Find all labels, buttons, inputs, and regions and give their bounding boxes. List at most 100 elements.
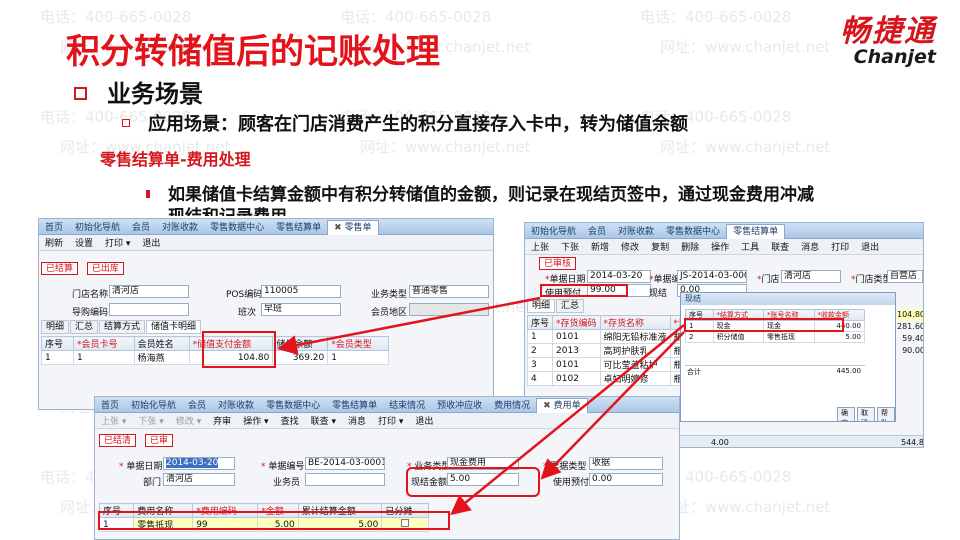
- linked-query-button[interactable]: 联查 ▾: [305, 414, 342, 427]
- win3-tab[interactable]: 对账收款: [612, 224, 660, 237]
- edit-button[interactable]: 修改 ▾: [170, 414, 207, 427]
- cancel-button[interactable]: 取消: [857, 407, 875, 421]
- table-row[interactable]: 2 积分储值 零售抵现 5.00: [685, 331, 865, 343]
- grid-cell[interactable]: 可比莹盖粘护: [599, 357, 671, 372]
- logo-en-text: Chanjet: [853, 46, 936, 68]
- w3-store-field[interactable]: 清河店: [781, 270, 841, 283]
- next-button[interactable]: 下张 ▾: [132, 414, 169, 427]
- w2-staff-field[interactable]: [305, 473, 385, 486]
- exit-button[interactable]: 退出: [409, 414, 439, 427]
- win1-tab-settlement[interactable]: 零售结算单: [270, 220, 327, 233]
- win2-tab[interactable]: 首页: [95, 398, 125, 411]
- toolbar-button[interactable]: 新增: [585, 240, 615, 253]
- win1-tab-datacenter[interactable]: 零售数据中心: [204, 220, 270, 233]
- grid-cell[interactable]: 0101: [552, 329, 601, 344]
- message-button[interactable]: 消息: [342, 414, 372, 427]
- toolbar-button[interactable]: 复制: [645, 240, 675, 253]
- grid-cell[interactable]: 2013: [552, 343, 601, 358]
- grid-cell[interactable]: 0101: [552, 357, 601, 372]
- w2-prepay-field[interactable]: 0.00: [589, 473, 663, 486]
- w2-dept-label: 部门: [143, 478, 162, 488]
- shift-field[interactable]: 早班: [261, 303, 341, 316]
- operate-button[interactable]: 操作 ▾: [237, 414, 274, 427]
- grid-cell[interactable]: 0102: [552, 371, 601, 386]
- help-button[interactable]: 帮助: [877, 407, 895, 421]
- toolbar-button[interactable]: 下张: [555, 240, 585, 253]
- pos-field[interactable]: 110005: [261, 285, 341, 298]
- win1-tab-reconcile[interactable]: 对账收款: [156, 220, 204, 233]
- subtab-summary[interactable]: 汇总: [70, 320, 99, 334]
- close-icon[interactable]: ✖: [334, 223, 342, 233]
- grid-cell[interactable]: 卓妇明婷修: [599, 371, 671, 386]
- subtab-payment[interactable]: 结算方式: [99, 320, 146, 334]
- ok-button[interactable]: 确定: [837, 407, 855, 421]
- guide-label: 导购编码: [72, 308, 109, 318]
- win1-tab-member[interactable]: 会员: [126, 220, 156, 233]
- win3-tab[interactable]: 会员: [582, 224, 612, 237]
- biz-type-field[interactable]: 普通零售: [409, 285, 489, 298]
- grid-cell[interactable]: 1: [72, 350, 135, 365]
- toolbar-button[interactable]: 退出: [855, 240, 885, 253]
- grid-cell[interactable]: 高珂护肤乳: [599, 343, 671, 358]
- refresh-button[interactable]: 刷新: [39, 236, 69, 249]
- win2-tab[interactable]: 初始化导航: [125, 398, 182, 411]
- toolbar-button[interactable]: 消息: [795, 240, 825, 253]
- win2-tab[interactable]: 零售结算单: [326, 398, 383, 411]
- w3-date-field[interactable]: 2014-03-20: [587, 270, 651, 283]
- subtab-storedcard[interactable]: 储值卡明细: [146, 320, 202, 334]
- subtab-detail[interactable]: 明细: [41, 320, 70, 334]
- grid-cell[interactable]: 1: [327, 350, 389, 365]
- close-icon[interactable]: ✖: [543, 401, 551, 411]
- guide-field[interactable]: [109, 303, 189, 316]
- exit-button[interactable]: 退出: [136, 236, 166, 249]
- win3-tab-active[interactable]: 零售结算单: [726, 223, 786, 239]
- win2-tab[interactable]: 零售数据中心: [260, 398, 326, 411]
- unapprove-button[interactable]: 弃审: [207, 414, 237, 427]
- toolbar-button[interactable]: 操作: [705, 240, 735, 253]
- grid-cell[interactable]: 杨海燕: [133, 350, 190, 365]
- store-field[interactable]: 清河店: [109, 285, 189, 298]
- toolbar-button[interactable]: 上张: [525, 240, 555, 253]
- win2-tab[interactable]: 预收冲应收: [431, 398, 488, 411]
- subtab-summary[interactable]: 汇总: [556, 299, 585, 313]
- grid-cell[interactable]: 5.00: [813, 331, 865, 343]
- win1-tab-init[interactable]: 初始化导航: [69, 220, 126, 233]
- w3-code-field[interactable]: JS-2014-03-0005: [677, 270, 747, 283]
- toolbar-button[interactable]: 联查: [765, 240, 795, 253]
- w2-date-field[interactable]: 2014-03-20: [163, 457, 235, 470]
- win2-tab[interactable]: 会员: [182, 398, 212, 411]
- w2-dept-field[interactable]: 清河店: [163, 473, 235, 486]
- settings-button[interactable]: 设置: [69, 236, 99, 249]
- print-button[interactable]: 打印 ▾: [99, 236, 136, 249]
- watermark-text: 网址：www.chanjet.net: [660, 138, 831, 156]
- print-button[interactable]: 打印 ▾: [372, 414, 409, 427]
- win2-tab[interactable]: 结束情况: [383, 398, 431, 411]
- grid-cell[interactable]: 绵阳无铅标准液: [599, 329, 671, 344]
- w3-shoptype-field[interactable]: 自营店: [887, 270, 923, 283]
- win3-tab[interactable]: 初始化导航: [525, 224, 582, 237]
- toolbar-button[interactable]: 修改: [615, 240, 645, 253]
- member-region-field[interactable]: [409, 303, 489, 316]
- w2-code-field[interactable]: BE-2014-03-0001: [305, 457, 385, 470]
- win3-tab[interactable]: 零售数据中心: [660, 224, 726, 237]
- win2-tab[interactable]: 对账收款: [212, 398, 260, 411]
- biz-type-label: 业务类型: [371, 290, 408, 300]
- subtab-detail[interactable]: 明细: [527, 299, 556, 313]
- prev-button[interactable]: 上张 ▾: [95, 414, 132, 427]
- find-button[interactable]: 查找: [275, 414, 305, 427]
- grid-cell: 2: [685, 331, 714, 343]
- grid-cell[interactable]: 积分储值: [712, 331, 765, 343]
- w3-settle-label: 现结: [649, 289, 668, 299]
- toolbar-button[interactable]: 工具: [735, 240, 765, 253]
- member-region-label: 会员地区: [371, 308, 408, 318]
- grid-cell[interactable]: 零售抵现: [763, 331, 815, 343]
- win2-tab-expense[interactable]: ✖ 费用单: [536, 397, 588, 413]
- win1-tab-home[interactable]: 首页: [39, 220, 69, 233]
- footer-total: 544.80: [901, 438, 924, 447]
- win2-tab[interactable]: 费用情况: [488, 398, 536, 411]
- toolbar-button[interactable]: 打印: [825, 240, 855, 253]
- w2-bill-field[interactable]: 收据: [589, 457, 663, 470]
- win1-tab-retail[interactable]: ✖ 零售单: [327, 219, 379, 235]
- footer-qty: 4.00: [711, 438, 729, 447]
- toolbar-button[interactable]: 删除: [675, 240, 705, 253]
